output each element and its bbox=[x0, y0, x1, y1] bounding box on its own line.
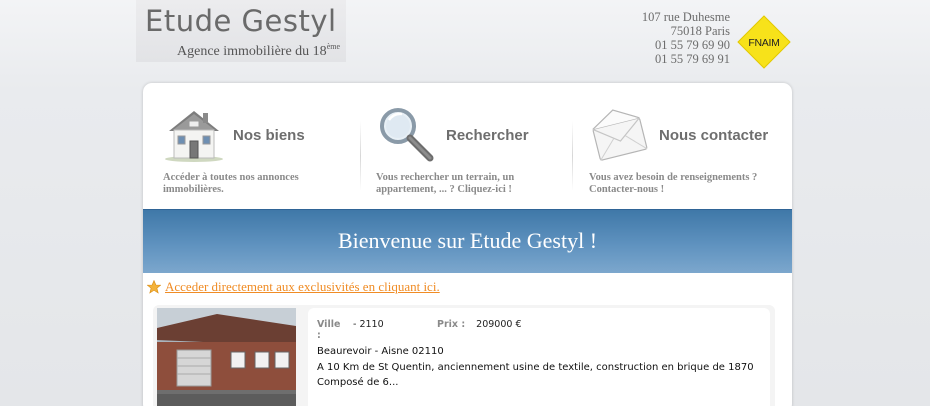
feature-title: Nos biens bbox=[233, 127, 305, 144]
ville-colon-text: : bbox=[317, 330, 321, 341]
feature-title: Nous contacter bbox=[659, 127, 769, 144]
divider bbox=[572, 121, 573, 191]
envelope-icon bbox=[592, 109, 648, 161]
exclusivities-row: Acceder directement aux exclusivités en … bbox=[147, 279, 440, 295]
listing-info: Ville : - 2110 Prix : 209000 € Beaurevoi… bbox=[308, 308, 770, 406]
feature-description: Accéder à toutes nos annonces immobilièr… bbox=[163, 172, 299, 196]
listing-location: Beaurevoir - Aisne 02110 bbox=[317, 346, 444, 357]
feature-nos-biens[interactable]: Nos biens Accéder à toutes nos annonces … bbox=[163, 83, 363, 208]
welcome-banner: Bienvenue sur Etude Gestyl ! bbox=[143, 209, 792, 273]
feature-nous-contacter[interactable]: Nous contacter Vous avez besoin de rense… bbox=[589, 83, 789, 208]
feature-description-line: appartement, ... ? Cliquez-ici ! bbox=[376, 184, 512, 195]
magnifier-icon bbox=[380, 108, 434, 162]
address-line: 107 rue Duhesme bbox=[641, 10, 730, 24]
house-icon bbox=[165, 111, 223, 162]
feature-description-line: Vous rechercher un terrain, un bbox=[376, 172, 515, 183]
star-icon bbox=[147, 280, 161, 294]
property-photo[interactable] bbox=[157, 308, 296, 406]
prix-value: 209000 € bbox=[476, 319, 522, 330]
feature-description: Vous avez besoin de renseignements ? Con… bbox=[589, 172, 757, 196]
prix-field: Prix : 209000 € bbox=[437, 319, 522, 330]
subtitle-text: Agence immobilière du 18 bbox=[177, 44, 327, 59]
divider bbox=[360, 121, 361, 191]
agency-address: 107 rue Duhesme 75018 Paris 01 55 79 69 … bbox=[610, 10, 730, 66]
fnaim-logo-text: FNAIM bbox=[748, 37, 779, 49]
listing-description: A 10 Km de St Quentin, anciennement usin… bbox=[317, 360, 754, 390]
fnaim-logo: FNAIM bbox=[737, 15, 791, 69]
main-panel: Nos biens Accéder à toutes nos annonces … bbox=[143, 83, 792, 406]
description-line: A 10 Km de St Quentin, anciennement usin… bbox=[317, 362, 754, 373]
feature-description: Vous rechercher un terrain, un apparteme… bbox=[376, 172, 514, 196]
phone-line: 01 55 79 69 91 bbox=[655, 52, 730, 66]
ville-colon: : bbox=[317, 330, 321, 341]
ville-value: - 2110 bbox=[353, 319, 384, 330]
ville-field: Ville bbox=[317, 319, 340, 330]
prix-label: Prix : bbox=[437, 319, 466, 330]
address-line: 75018 Paris bbox=[670, 24, 730, 38]
feature-description-line: immobilières. bbox=[163, 184, 224, 195]
phone-line: 01 55 79 69 90 bbox=[655, 38, 730, 52]
ville-value-text: - 2110 bbox=[353, 319, 384, 330]
description-line: Composé de 6... bbox=[317, 377, 399, 388]
feature-title: Rechercher bbox=[446, 127, 529, 144]
site-title[interactable]: Etude Gestyl bbox=[145, 4, 337, 38]
subtitle-sup: ème bbox=[326, 42, 341, 51]
property-listing[interactable]: Ville : - 2110 Prix : 209000 € Beaurevoi… bbox=[153, 305, 775, 406]
feature-rechercher[interactable]: Rechercher Vous rechercher un terrain, u… bbox=[376, 83, 576, 208]
feature-description-line: Contacter-nous ! bbox=[589, 184, 665, 195]
exclusivities-link[interactable]: Acceder directement aux exclusivités en … bbox=[165, 279, 440, 295]
ville-label: Ville bbox=[317, 319, 341, 330]
site-subtitle: Agence immobilière du 18ème bbox=[177, 42, 340, 60]
feature-description-line: Vous avez besoin de renseignements ? bbox=[589, 172, 758, 183]
feature-description-line: Accéder à toutes nos annonces bbox=[163, 172, 299, 183]
